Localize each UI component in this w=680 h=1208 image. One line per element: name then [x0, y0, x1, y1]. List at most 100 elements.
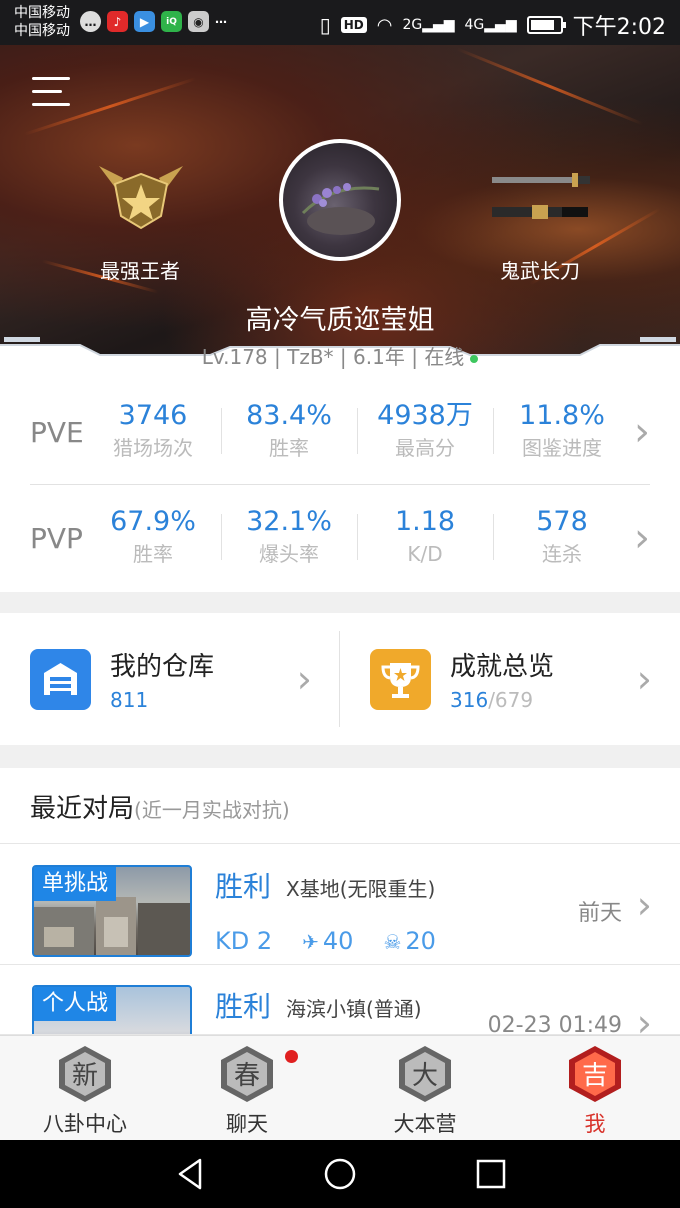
- svg-text:吉: 吉: [582, 1061, 608, 1091]
- pve-stats-row[interactable]: PVE 3746 猎场场次 83.4% 胜率 4938万 最高分 11.8% 图…: [0, 380, 680, 486]
- nav-tab-base[interactable]: 大 大本营: [340, 1036, 510, 1141]
- avatar[interactable]: [279, 139, 401, 261]
- match-kills: ✈ 40: [302, 927, 354, 955]
- quick-entries: 我的仓库 811 › 成就总览 316/679 ›: [0, 613, 680, 745]
- recents-icon[interactable]: [473, 1156, 509, 1192]
- match-time: 02-23 01:49: [487, 1013, 622, 1035]
- rank-badge-icon[interactable]: [95, 160, 187, 232]
- me-tab-icon: 吉: [569, 1046, 621, 1102]
- chevron-right-icon: ›: [636, 883, 652, 927]
- pvp-label: PVP: [30, 522, 83, 555]
- nav-tab-gossip[interactable]: 新 八卦中心: [0, 1036, 170, 1141]
- divider: [30, 484, 650, 485]
- player-meta: Lv.178 | TzB* | 6.1年 | 在线: [0, 341, 680, 370]
- bg-decoration: [456, 47, 644, 126]
- home-icon[interactable]: [322, 1156, 358, 1192]
- pve-stat-highscore: 4938万 最高分: [377, 400, 473, 460]
- signal-2g: 2G▂▄▆: [402, 17, 455, 33]
- pve-stat-collection: 11.8% 图鉴进度: [519, 400, 605, 460]
- recent-matches-header: 最近对局(近一月实战对抗): [0, 768, 680, 844]
- pve-stat-matches: 3746 猎场场次: [113, 400, 193, 460]
- match-thumbnail: 个人战: [32, 985, 192, 1034]
- iqiyi-icon: iQ: [161, 11, 182, 32]
- rank-label: 最强王者: [100, 259, 180, 283]
- warehouse-icon: [30, 649, 91, 710]
- profile-hero: 最强王者 鬼武长刀 高冷气质迩莹姐 Lv.178 | TzB* | 6.1年 |…: [0, 45, 680, 380]
- nav-label: 聊天: [226, 1112, 268, 1136]
- match-result: 胜利: [215, 990, 272, 1023]
- match-kd: KD 2: [215, 927, 273, 955]
- recent-matches-title: 最近对局(近一月实战对抗): [30, 794, 290, 824]
- gossip-tab-icon: 新: [59, 1046, 111, 1102]
- nav-label: 我: [584, 1112, 606, 1136]
- match-headshots: ☠ 20: [383, 927, 436, 955]
- system-nav-bar: [0, 1140, 680, 1208]
- nav-tab-me[interactable]: 吉 我: [510, 1036, 680, 1141]
- weapon-sword-icon[interactable]: [488, 167, 592, 227]
- svg-text:新: 新: [72, 1061, 98, 1091]
- pve-stat-winrate: 83.4% 胜率: [246, 400, 332, 460]
- carrier-1: 中国移动: [14, 5, 70, 21]
- signal-4g: 4G▂▄▆: [464, 17, 517, 33]
- player-years: 6.1年: [353, 345, 405, 369]
- achievements-entry[interactable]: 成就总览 316/679 ›: [340, 613, 680, 745]
- warehouse-entry[interactable]: 我的仓库 811 ›: [0, 613, 340, 745]
- chat-bubble-icon: …: [80, 11, 101, 32]
- achievements-title: 成就总览: [450, 652, 555, 682]
- battery-icon: [526, 16, 566, 34]
- bottom-nav: 新 八卦中心 春 聊天 大 大本营 吉 我: [0, 1035, 680, 1140]
- pvp-stat-headshot: 32.1% 爆头率: [246, 506, 332, 566]
- match-result: 胜利: [215, 870, 272, 903]
- match-stats: KD 2 ✈ 40 ☠ 20: [215, 927, 436, 955]
- clock: 下午2:02: [572, 15, 666, 40]
- chevron-right-icon: ›: [636, 657, 652, 701]
- match-time: 前天: [577, 901, 622, 926]
- more-icon: ⋯: [215, 14, 227, 29]
- match-map: X基地(无限重生): [286, 877, 436, 901]
- pvp-stats-row[interactable]: PVP 67.9% 胜率 32.1% 爆头率 1.18 K/D 578 连杀 ›: [0, 486, 680, 592]
- nav-tab-chat[interactable]: 春 聊天: [162, 1036, 332, 1141]
- stats-panel: PVE 3746 猎场场次 83.4% 胜率 4938万 最高分 11.8% 图…: [0, 380, 680, 592]
- warehouse-count: 811: [110, 688, 149, 712]
- match-map: 海滨小镇(普通): [286, 997, 422, 1021]
- carrier-info: 中国移动 中国移动: [14, 4, 70, 40]
- player-level: Lv.178: [201, 345, 268, 369]
- player-clan[interactable]: TzB*: [287, 345, 333, 369]
- status-bar: 中国移动 中国移动 … ♪ ▶ iQ ◉ ⋯ ▯ HD ◠ 2G▂▄▆ 4G▂▄…: [0, 0, 680, 45]
- base-tab-icon: 大: [399, 1046, 451, 1102]
- trophy-icon: [370, 649, 431, 710]
- app-icon: ◉: [188, 11, 209, 32]
- gun-icon: ✈: [302, 930, 319, 954]
- match-row[interactable]: 个人战 胜利 海滨小镇(普通) 02-23 01:49 ›: [0, 965, 680, 1035]
- online-dot-icon: [470, 354, 479, 363]
- chevron-right-icon: ›: [296, 657, 312, 701]
- netease-music-icon: ♪: [107, 11, 128, 32]
- back-icon[interactable]: [172, 1156, 208, 1192]
- pvp-stat-killstreak: 578 连杀: [536, 506, 588, 566]
- hd-badge: HD: [340, 17, 367, 33]
- match-mode-tag: 单挑战: [34, 867, 117, 901]
- match-row[interactable]: 单挑战 胜利 X基地(无限重生) 前天 › KD 2 ✈ 40 ☠ 20: [0, 845, 680, 965]
- achievements-progress: 316/679: [450, 688, 534, 712]
- wifi-icon: ◠: [376, 14, 393, 36]
- weapon-label: 鬼武长刀: [500, 259, 580, 283]
- pve-label: PVE: [30, 416, 84, 449]
- chat-tab-icon: 春: [221, 1046, 273, 1102]
- nav-label: 八卦中心: [43, 1112, 127, 1136]
- section-gap: [0, 745, 680, 768]
- menu-icon[interactable]: [32, 77, 70, 107]
- avatar-image: [301, 183, 380, 235]
- section-gap: [0, 592, 680, 614]
- online-status: 在线: [424, 345, 465, 369]
- unread-dot-icon: [285, 1050, 298, 1063]
- nav-label: 大本营: [393, 1112, 457, 1136]
- chevron-right-icon: ›: [636, 1001, 652, 1035]
- skull-icon: ☠: [383, 930, 402, 954]
- notification-icons: … ♪ ▶ iQ ◉ ⋯: [80, 11, 227, 32]
- svg-text:春: 春: [234, 1061, 260, 1091]
- match-mode-tag: 个人战: [34, 987, 117, 1021]
- match-thumbnail: 单挑战: [32, 865, 192, 957]
- chevron-right-icon: ›: [634, 515, 650, 561]
- warehouse-title: 我的仓库: [110, 652, 215, 682]
- chevron-right-icon: ›: [634, 409, 650, 455]
